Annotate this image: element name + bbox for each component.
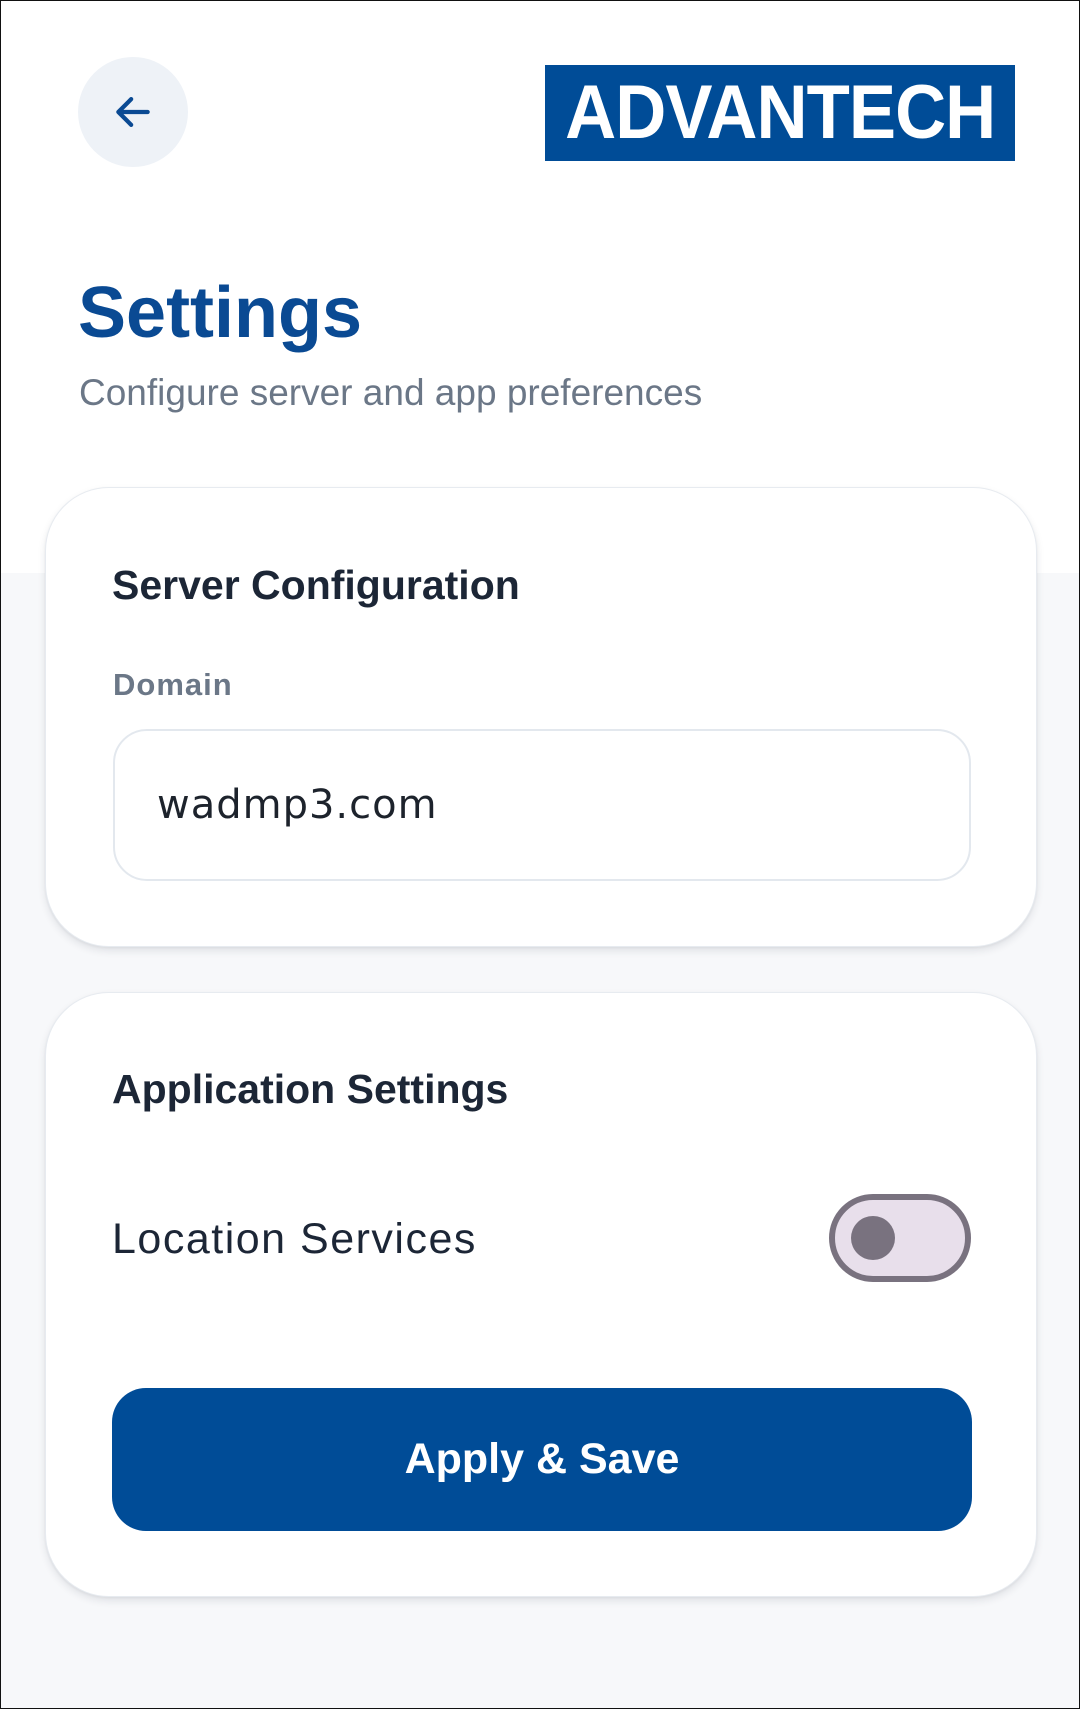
logo-text: ADVANTECH — [564, 70, 996, 155]
application-settings-title: Application Settings — [112, 1066, 509, 1112]
arrow-left-icon — [116, 97, 150, 127]
location-services-row: Location Services — [112, 1190, 971, 1286]
page-title: Settings — [78, 273, 363, 353]
server-configuration-title: Server Configuration — [112, 562, 520, 608]
toggle-knob — [851, 1216, 895, 1260]
domain-input[interactable] — [113, 729, 971, 881]
location-services-label: Location Services — [112, 1215, 477, 1263]
page-subtitle: Configure server and app preferences — [79, 372, 703, 413]
application-settings-card: Application Settings Location Services A… — [45, 992, 1037, 1597]
back-button[interactable] — [78, 57, 188, 167]
domain-label: Domain — [113, 667, 233, 702]
location-services-toggle[interactable] — [829, 1194, 971, 1282]
apply-save-button[interactable]: Apply & Save — [112, 1388, 972, 1531]
advantech-logo: ADVANTECH — [545, 65, 1015, 161]
server-configuration-card: Server Configuration Domain — [45, 487, 1037, 947]
settings-screen: ADVANTECH Settings Configure server and … — [0, 0, 1080, 1709]
